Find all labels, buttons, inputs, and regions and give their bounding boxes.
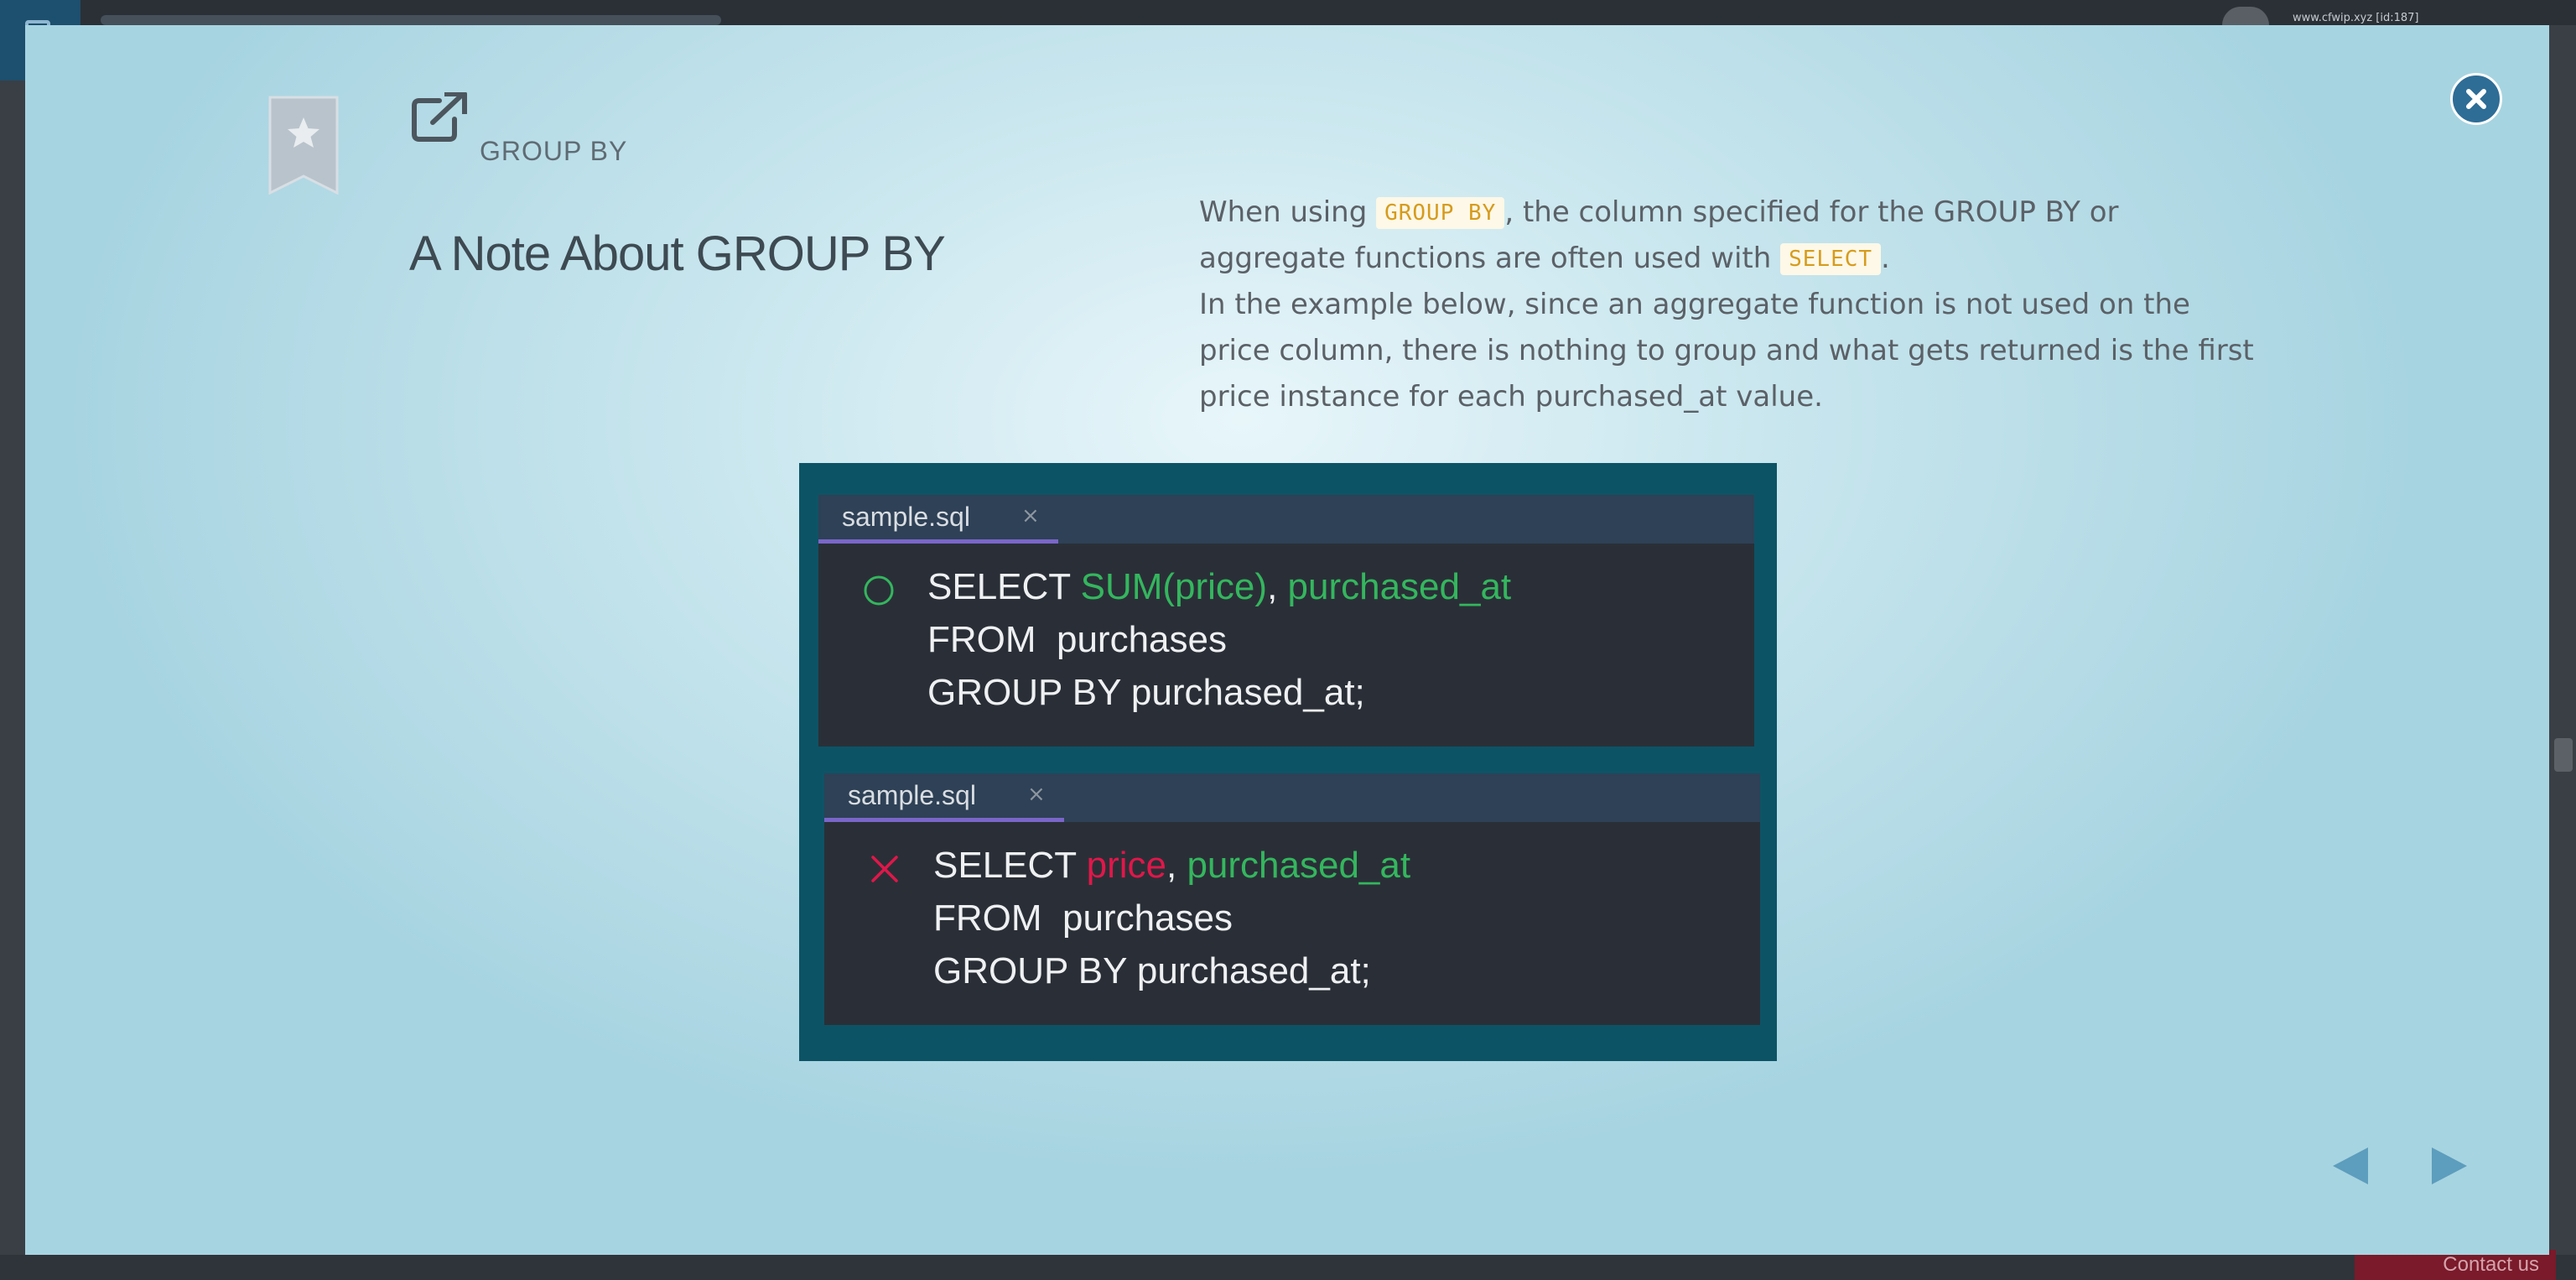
bookmark-star-icon [268,96,339,195]
code-keyword: SELECT [927,566,1081,607]
correct-circle-icon [864,575,894,606]
incorrect-cross-icon [871,856,898,882]
code-separator: , [1267,566,1288,607]
code-panel-incorrect: sample.sql × SELECT price, purchased_at F… [824,773,1760,1025]
tab-filename: sample.sql [848,780,976,810]
code-lines: SELECT SUM(price), purchased_at FROM purc… [927,560,1511,719]
background-scrollbar-thumb [2554,738,2573,772]
background-bottom-bar [0,1255,2576,1280]
next-slide-button[interactable] [2428,1144,2470,1188]
description-text: When using [1199,195,1377,229]
code-column-invalid: price [1086,845,1166,886]
description-paragraph-2: In the example below, since an aggregate… [1199,288,2254,414]
code-line-1: SELECT price, purchased_at [933,839,1410,892]
external-link-icon[interactable] [411,91,470,143]
code-keyword: SELECT [933,845,1087,886]
tab-close-icon: × [1027,782,1046,807]
code-separator: , [1166,845,1187,886]
code-line-2: FROM purchases [933,898,1233,939]
code-lines: SELECT price, purchased_at FROM purchases… [933,839,1410,997]
bookmark-button[interactable] [268,96,339,195]
tab-close-icon: × [1021,503,1040,528]
code-line-3: GROUP BY purchased_at; [927,672,1365,713]
tab-filename: sample.sql [842,502,970,532]
code-column-aggregate: SUM(price) [1080,566,1268,607]
inline-code-group-by: GROUP BY [1376,197,1505,229]
code-panel-correct: sample.sql × SELECT SUM(price), purchase… [818,495,1754,747]
code-line-1: SELECT SUM(price), purchased_at [927,560,1511,613]
code-illustration: sample.sql × SELECT SUM(price), purchase… [799,463,1777,1061]
section-label: GROUP BY [480,136,628,166]
description-text: . [1881,242,1890,275]
description-paragraph-1: When using GROUP BY, the column specifie… [1199,190,2256,282]
code-column: purchased_at [1287,566,1512,607]
code-line-3: GROUP BY purchased_at; [933,950,1371,991]
background-search-bar [101,15,721,25]
page-title: A Note About GROUP BY [409,226,946,281]
code-column: purchased_at [1187,845,1411,886]
close-icon [2466,89,2486,109]
lesson-slide-modal: GROUP BY A Note About GROUP BY When usin… [25,25,2549,1255]
close-button[interactable] [2450,73,2502,125]
editor-tab: sample.sql × [824,773,1064,822]
previous-slide-button[interactable] [2329,1144,2371,1188]
editor-tab: sample.sql × [818,495,1058,544]
user-link: www.cfwip.xyz [id:187] [2293,12,2419,24]
description: When using GROUP BY, the column specifie… [1199,190,2256,420]
inline-code-select: SELECT [1780,243,1882,275]
code-line-2: FROM purchases [927,619,1227,660]
